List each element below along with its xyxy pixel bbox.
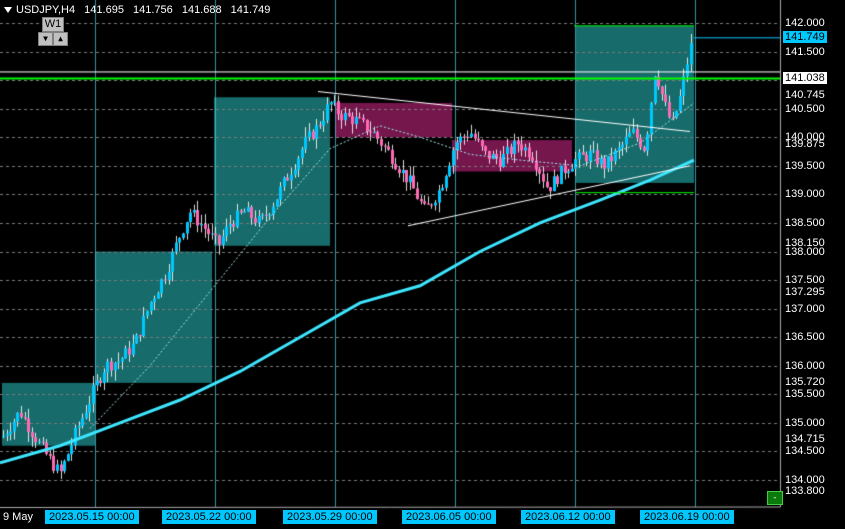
time-axis-label: 9 May [3, 511, 33, 523]
price-axis-label: 134.715 [785, 433, 825, 446]
price-axis-label: 137.000 [785, 302, 825, 315]
price-axis-label: 135.720 [785, 375, 825, 388]
price-axis-label: 141.749 [783, 31, 827, 44]
time-axis-label: 2023.06.05 00:00 [402, 510, 496, 524]
price-axis-label: 142.000 [785, 17, 825, 29]
price-axis-label: 137.295 [785, 285, 825, 298]
chart-options-button[interactable]: - [767, 491, 783, 505]
price-axis-label: 134.500 [785, 445, 825, 458]
time-axis-label: 2023.05.29 00:00 [283, 510, 377, 524]
close-price: 141.749 [230, 4, 271, 16]
chart-header: USDJPY,H4 141.695 141.756 141.688 141.74… [4, 4, 276, 16]
price-axis-label: 140.745 [785, 88, 825, 101]
high-price: 141.756 [133, 4, 173, 16]
price-axis-label: 135.000 [785, 416, 825, 429]
symbol-timeframe: USDJPY,H4 [16, 4, 76, 16]
price-axis-label: 135.500 [785, 388, 825, 401]
price-axis-label: 141.038 [783, 71, 827, 84]
price-chart-canvas[interactable] [0, 0, 845, 529]
price-axis-label: 139.000 [785, 188, 825, 201]
price-axis-label: 133.800 [785, 485, 825, 498]
price-axis-label: 136.500 [785, 331, 825, 344]
time-axis-label: 2023.06.12 00:00 [521, 510, 615, 524]
time-axis-label: 2023.05.15 00:00 [45, 510, 139, 524]
time-axis-label: 2023.05.22 00:00 [162, 510, 256, 524]
arrow-up-icon[interactable]: ▲ [53, 32, 68, 46]
price-axis-label: 134.000 [785, 474, 825, 486]
open-price: 141.695 [84, 4, 124, 16]
timeframe-panel: W1 ▼ ▲ [38, 17, 68, 47]
arrow-down-icon[interactable]: ▼ [38, 32, 53, 46]
low-price: 141.688 [181, 4, 222, 16]
price-axis-label: 139.875 [785, 138, 825, 151]
price-axis-label: 137.500 [785, 274, 825, 287]
dropdown-icon[interactable] [4, 7, 12, 14]
price-axis-label: 138.500 [785, 216, 825, 229]
price-axis-label: 138.000 [785, 245, 825, 258]
time-axis-label: 2023.06.19 00:00 [640, 510, 734, 524]
price-axis-label: 136.000 [785, 359, 825, 372]
price-axis-label: 141.500 [785, 45, 825, 58]
timeframe-button[interactable]: W1 [42, 17, 64, 32]
price-axis-label: 140.500 [785, 102, 825, 115]
price-axis-label: 139.500 [785, 159, 825, 172]
